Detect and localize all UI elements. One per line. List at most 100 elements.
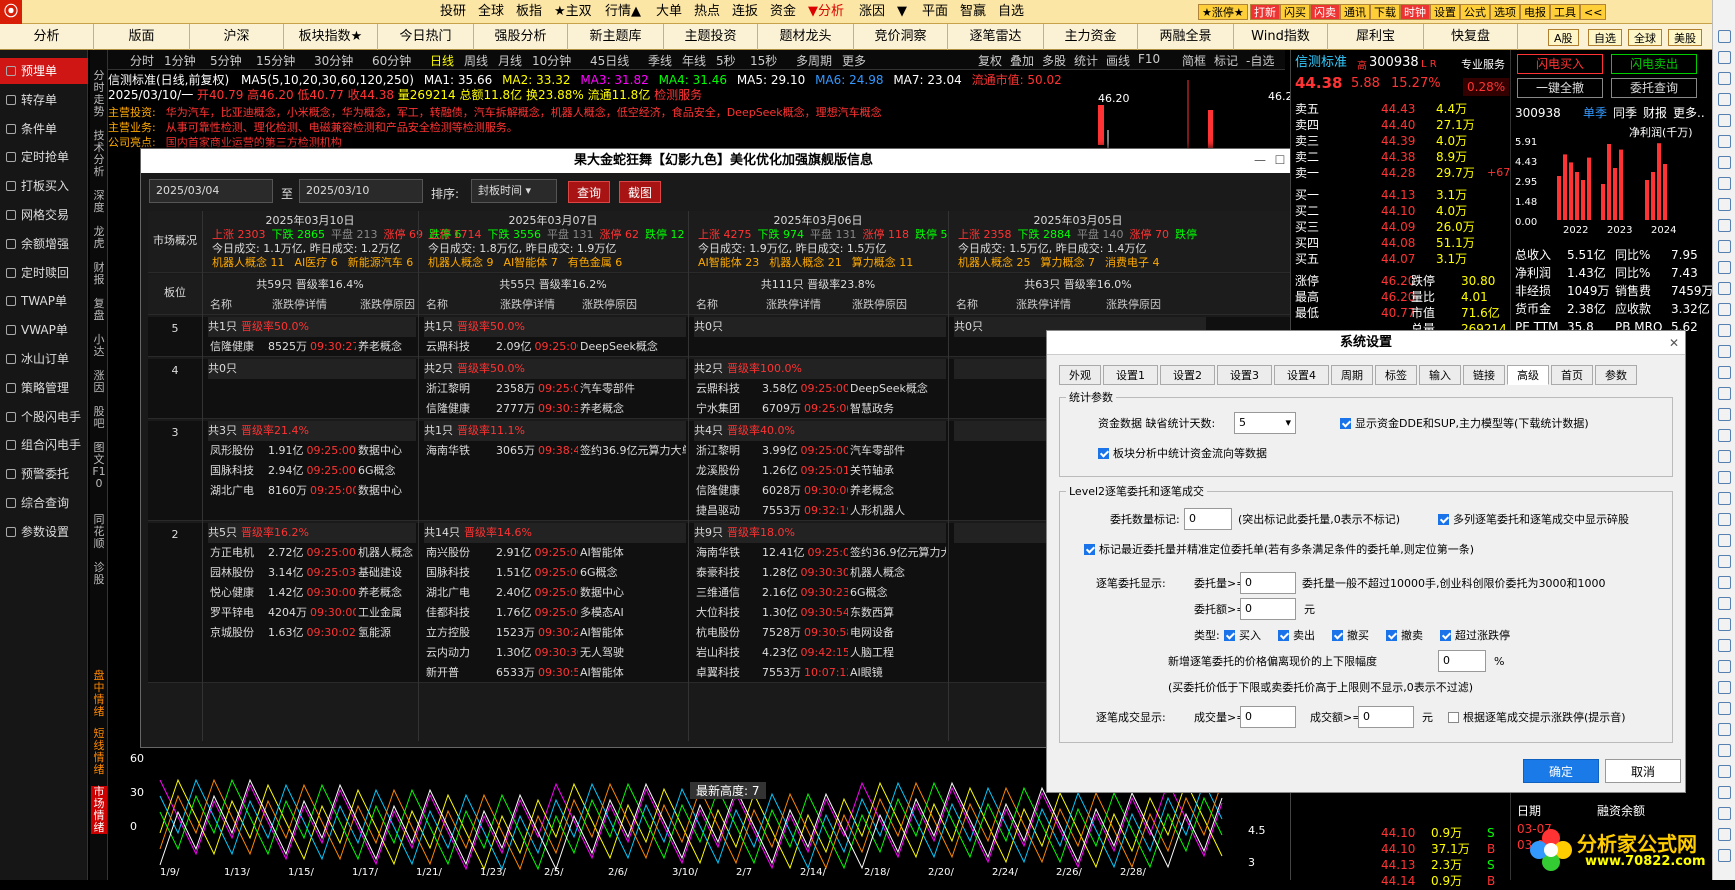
tool-icon[interactable] (1718, 471, 1731, 484)
stock-name[interactable]: 三维通信 (696, 583, 756, 603)
toolbar-button[interactable]: 电报 (1520, 4, 1550, 20)
type-checkbox[interactable]: 撤卖 (1386, 628, 1423, 644)
stock-name[interactable]: 云内动力 (426, 643, 486, 663)
tool-icon[interactable] (1718, 639, 1731, 652)
sidebar-item[interactable]: 条件单 (0, 116, 88, 142)
market-button[interactable]: 美股 (1668, 29, 1702, 46)
nav-item[interactable]: 主力资金 (1044, 24, 1138, 50)
tool-icon[interactable] (1718, 177, 1731, 190)
stock-name[interactable]: 佳都科技 (426, 603, 486, 623)
nav-item[interactable]: 分析 (0, 24, 94, 50)
stock-name[interactable]: 浙江黎明 (696, 441, 756, 461)
top-menu-item[interactable]: ▼分析 (808, 0, 844, 24)
market-button[interactable]: 全球 (1628, 29, 1662, 46)
date-from-input[interactable]: 2025/03/04 (149, 179, 273, 203)
chart-tool[interactable]: 画线 (1106, 52, 1130, 69)
sentiment-tab[interactable]: 短线情绪 (91, 728, 107, 776)
toolbar-button[interactable]: 闪买 (1280, 4, 1310, 20)
tool-icon[interactable] (1718, 429, 1731, 442)
period-tab[interactable]: 60分钟 (372, 52, 411, 69)
period-tab[interactable]: 月线 (498, 52, 522, 69)
type-checkbox[interactable]: 超过涨跌停 (1440, 628, 1510, 644)
chart-tool[interactable]: 多股 (1042, 52, 1066, 69)
tool-icon[interactable] (1718, 828, 1731, 841)
period-tab[interactable]: 季线 (648, 52, 672, 69)
stock-name[interactable]: 立方控股 (426, 623, 486, 643)
nav-item[interactable]: 逐笔雷达 (948, 24, 1044, 50)
tool-icon[interactable] (1718, 492, 1731, 505)
ma-setting[interactable]: MA5(5,10,20,30,60,120,250) (241, 73, 414, 87)
fund-tab[interactable]: 财报 (1643, 104, 1667, 122)
tool-icon[interactable] (1718, 240, 1731, 253)
stock-name[interactable]: 新开普 (426, 663, 486, 683)
mark-input[interactable]: 0 (1184, 508, 1232, 530)
fund-days-select[interactable]: 5 ▾ (1234, 412, 1296, 434)
nav-item[interactable]: 快复盘 (1424, 24, 1518, 50)
nav-item[interactable]: 竞价洞察 (854, 24, 948, 50)
period-tab[interactable]: 多周期 (796, 52, 832, 69)
vol-input[interactable]: 0 (1240, 572, 1296, 594)
fund-tab[interactable]: 更多.. (1673, 104, 1705, 122)
vertical-tab[interactable]: 小达 (91, 334, 107, 358)
nav-item[interactable]: Wind指数 (1234, 24, 1328, 50)
settings-tab[interactable]: 设置3 (1217, 365, 1272, 385)
nav-item[interactable]: 题材龙头 (758, 24, 854, 50)
screenshot-button[interactable]: 截图 (619, 181, 662, 203)
tool-icon[interactable] (1718, 219, 1731, 232)
toolbar-button[interactable]: 时钟 (1400, 4, 1430, 20)
trade-button[interactable]: 闪电买入 (1517, 54, 1603, 74)
stock-name[interactable]: 卓翼科技 (696, 663, 756, 683)
stock-name[interactable]: 云鼎科技 (426, 337, 486, 357)
period-tab[interactable]: 日线 (430, 52, 454, 69)
vertical-tab[interactable]: 诊股 (91, 562, 107, 586)
tool-icon[interactable] (1718, 723, 1731, 736)
multi-checkbox[interactable]: 多列逐笔委托和逐笔成交中显示碎股 (1438, 512, 1629, 528)
stock-name[interactable]: 浙江黎明 (426, 379, 486, 399)
stock-name[interactable]: 云鼎科技 (696, 379, 756, 399)
sidebar-item[interactable]: 个股闪电手 (0, 404, 88, 430)
sidebar-item[interactable]: 余额增强 (0, 231, 88, 257)
tool-icon[interactable] (1718, 681, 1731, 694)
period-tab[interactable]: 15分钟 (256, 52, 295, 69)
stock-name[interactable]: 罗平锌电 (210, 603, 270, 623)
chart-tool[interactable]: 标记 (1214, 52, 1238, 69)
stock-name[interactable]: 悦心健康 (210, 583, 270, 603)
period-tab[interactable]: 周线 (464, 52, 488, 69)
vertical-tab[interactable]: 股吧 (91, 406, 107, 430)
sidebar-item[interactable]: TWAP单 (0, 288, 88, 314)
top-menu-item[interactable]: 行情▲ (605, 0, 641, 24)
tool-icon[interactable] (1718, 702, 1731, 715)
stock-name[interactable]: 方正电机 (210, 543, 270, 563)
vertical-tab[interactable]: 复盘 (91, 298, 107, 322)
date-to-input[interactable]: 2025/03/10 (299, 179, 423, 203)
top-menu-item[interactable]: 大单 (656, 0, 682, 24)
toolbar-button[interactable]: 闪卖 (1310, 4, 1340, 20)
stock-name[interactable]: 杭电股份 (696, 623, 756, 643)
trade-button[interactable]: 委托查询 (1611, 78, 1697, 98)
toolbar-button[interactable]: 工具 (1550, 4, 1580, 20)
stock-name[interactable]: 凤形股份 (210, 441, 270, 461)
tool-icon[interactable] (1718, 198, 1731, 211)
chart-tool[interactable]: 简框 (1182, 52, 1206, 69)
stock-name[interactable]: 南兴股份 (426, 543, 486, 563)
tool-icon[interactable] (1718, 807, 1731, 820)
top-menu-item[interactable]: ★主双 (554, 0, 592, 24)
toolbar-button[interactable]: 公式 (1460, 4, 1490, 20)
top-menu-item[interactable]: 智赢 (960, 0, 986, 24)
type-checkbox[interactable]: 撤买 (1332, 628, 1369, 644)
toolbar-button[interactable]: 通讯 (1340, 4, 1370, 20)
amt-input[interactable]: 0 (1240, 598, 1296, 620)
toolbar-button[interactable]: 下载 (1370, 4, 1400, 20)
chart-tool[interactable]: F10 (1138, 52, 1160, 66)
settings-tab[interactable]: 外观 (1059, 365, 1101, 385)
tool-icon[interactable] (1718, 387, 1731, 400)
sidebar-item[interactable]: VWAP单 (0, 317, 88, 343)
chart-tool[interactable]: 统计 (1074, 52, 1098, 69)
toolbar-button[interactable]: 选项 (1490, 4, 1520, 20)
period-tab[interactable]: 15秒 (750, 52, 777, 69)
tool-icon[interactable] (1718, 534, 1731, 547)
sort-select[interactable]: 封板时间 ▾ (471, 179, 557, 203)
stock-name[interactable]: 园林股份 (210, 563, 270, 583)
settings-tab[interactable]: 参数 (1595, 365, 1637, 385)
tool-icon[interactable] (1718, 765, 1731, 778)
